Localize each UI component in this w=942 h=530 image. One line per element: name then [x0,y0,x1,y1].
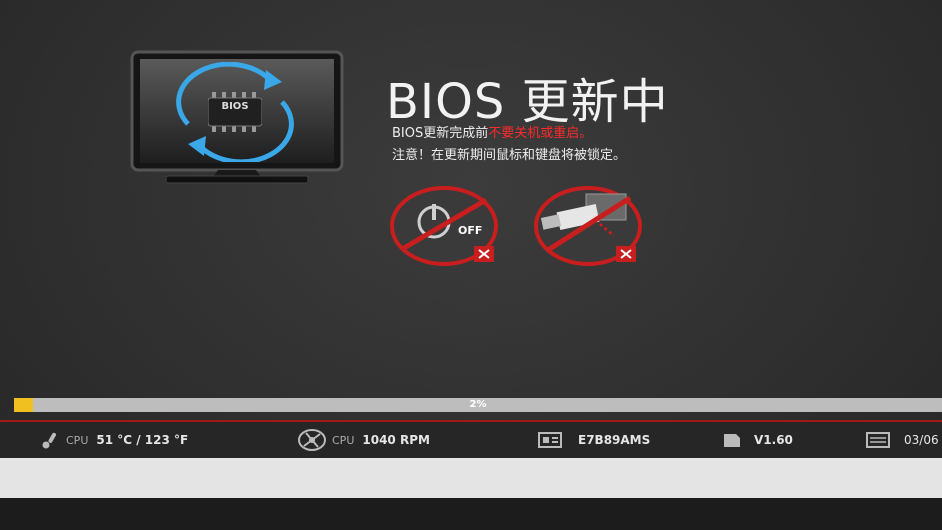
cpu-temp-value: 51 °C / 123 °F [96,433,189,447]
power-off-label: OFF [458,224,483,237]
screen-bottom-edge [0,498,942,530]
date-value: 03/06 [904,433,939,447]
bios-chip-icon [208,92,262,132]
bios-version-value: V1.60 [754,433,793,447]
screen-bezel-reflection [0,458,942,498]
motherboard-icon [538,432,562,448]
warning-prefix: BIOS更新完成前 [392,126,489,141]
cpu-temperature: CPU 51 °C / 123 °F [40,422,188,458]
input-locked-notice: 注意！在更新期间鼠标和键盘将被锁定。 [392,148,627,163]
fan-icon [298,429,326,451]
hardware-status-bar: CPU 51 °C / 123 °F CPU 1040 RPM E7B89AMS [0,422,942,458]
board-model-value: E7B89AMS [578,433,651,447]
cpu-temp-label: CPU [66,433,89,447]
warning-emphasis: 不要关机或重启。 [488,126,593,141]
bios-chip-small-icon [724,434,740,447]
bios-chip-label: BIOS [221,101,249,112]
shutdown-warning: BIOS更新完成前不要关机或重启。 [392,122,592,141]
power-off-icon [390,186,498,266]
board-model: E7B89AMS [538,422,650,458]
progress-percent: 2% [469,399,487,410]
thermometer-icon [42,432,56,449]
cpu-fan-value: 1040 RPM [362,433,430,447]
cpu-fan-label: CPU [332,433,355,447]
cpu-fan-speed: CPU 1040 RPM [298,422,430,458]
calendar-icon [866,432,890,448]
system-date: 03/06 [866,422,939,458]
bios-version: V1.60 [722,422,793,458]
update-progress-bar: 2% [14,398,942,412]
bios-update-screen: BIOS BIOS 更新中 BIOS更新完成前不要关机或重启。 注意！在更新期间… [0,0,942,530]
usb-drive-icon [534,186,642,266]
